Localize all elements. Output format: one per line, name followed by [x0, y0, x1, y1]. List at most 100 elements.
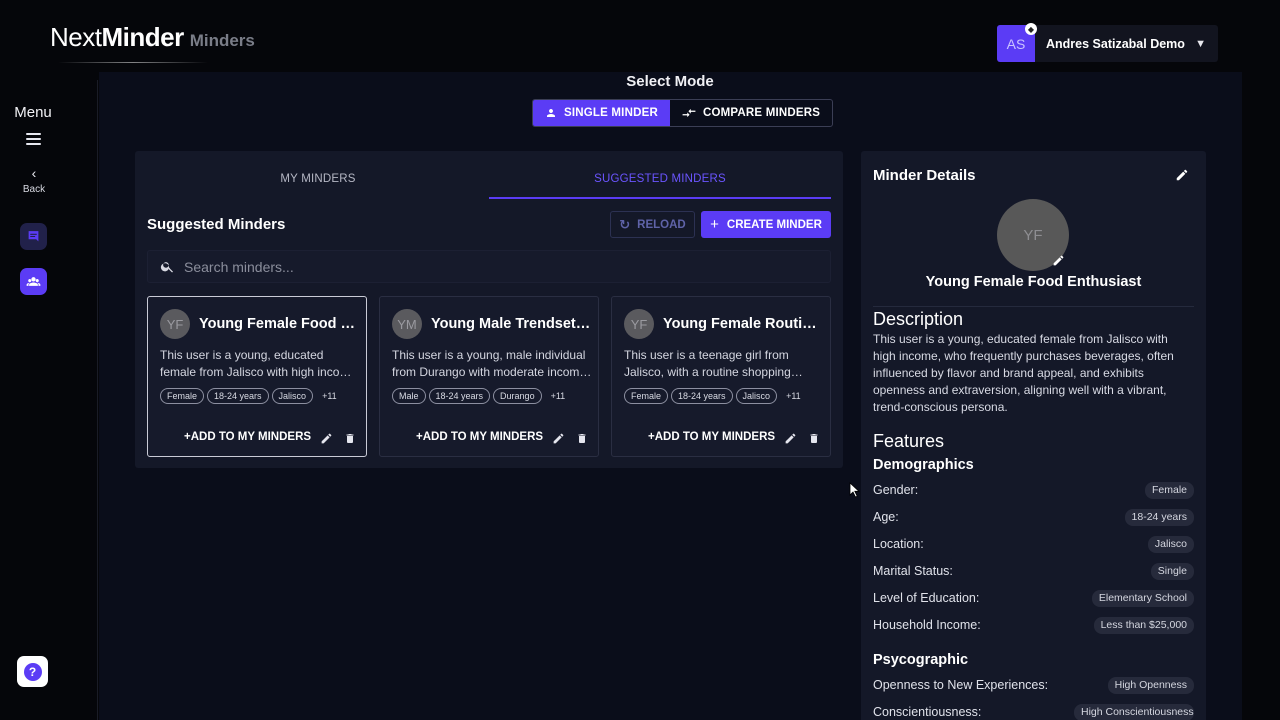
minder-tags: Male 18-24 years Durango +11 [392, 388, 565, 404]
tab-suggested-minders[interactable]: SUGGESTED MINDERS [489, 173, 831, 185]
features-heading: Features [873, 431, 945, 451]
back-label: Back [22, 184, 46, 195]
tag-chip: Jalisco [735, 388, 778, 404]
minder-card[interactable]: YM Young Male Trendsetter This user is a… [379, 296, 599, 457]
pencil-icon[interactable] [784, 432, 797, 445]
minder-tags: Female 18-24 years Jalisco +11 [624, 388, 801, 404]
feature-label: Level of Education: [873, 591, 980, 605]
feature-label: Gender: [873, 483, 919, 497]
feature-value: Female [1144, 481, 1194, 499]
feature-label: Marital Status: [873, 564, 953, 578]
add-to-my-minders-button[interactable]: +ADD TO MY MINDERS [416, 431, 543, 443]
feature-label: Conscientiousness: [873, 705, 982, 719]
trash-icon[interactable] [576, 432, 588, 445]
minder-avatar: YM [392, 309, 422, 339]
person-icon [547, 109, 555, 117]
minder-title: Young Female Food Enthusiast [199, 316, 359, 332]
more-tags-count: +11 [786, 391, 801, 401]
brand-underline [58, 62, 208, 63]
menu-icon[interactable] [26, 133, 41, 145]
plus-icon: + [710, 216, 719, 233]
minders-tabs: MY MINDERS SUGGESTED MINDERS [135, 151, 843, 199]
minder-details-panel: Minder Details YF Young Female Food Enth… [861, 151, 1206, 720]
feature-value: Elementary School [1091, 589, 1194, 607]
tag-chip: 18-24 years [207, 388, 269, 404]
chat-button[interactable] [20, 223, 47, 250]
tag-chip: Female [160, 388, 205, 404]
mouse-cursor-icon [849, 482, 861, 498]
plus-icon: + [416, 431, 423, 443]
pencil-icon[interactable] [1175, 168, 1189, 182]
tag-chip: Female [624, 388, 669, 404]
tag-chip: 18-24 years [671, 388, 733, 404]
tag-chip: 18-24 years [428, 388, 491, 404]
tag-chip: Jalisco [271, 388, 314, 404]
user-menu[interactable]: AS ◆ Andres Satizabal Demo ▼ [997, 23, 1218, 62]
brand-logo[interactable]: NextMinder Minders [50, 22, 255, 58]
feature-label: Location: [873, 537, 924, 551]
add-label: ADD TO MY MINDERS [190, 431, 312, 443]
more-tags-count: +11 [550, 391, 566, 401]
more-tags-count: +11 [322, 391, 337, 401]
mode-title: Select Mode [626, 73, 714, 90]
minders-button[interactable] [20, 268, 47, 295]
feature-row: Conscientiousness: High Conscientiousnes… [873, 702, 1194, 720]
details-name: Young Female Food Enthusiast [925, 274, 1142, 290]
create-minder-button[interactable]: + CREATE MINDER [701, 211, 831, 238]
create-minder-label: CREATE MINDER [726, 218, 822, 231]
minder-card[interactable]: YF Young Female Routine Shopper This use… [611, 296, 831, 457]
add-to-my-minders-button[interactable]: +ADD TO MY MINDERS [184, 431, 311, 443]
pencil-icon[interactable] [320, 432, 333, 445]
single-minder-label: SINGLE MINDER [564, 107, 658, 119]
user-initials: AS [1006, 35, 1026, 52]
pencil-icon[interactable] [1052, 254, 1065, 267]
pencil-icon[interactable] [552, 432, 565, 445]
search-icon [160, 262, 173, 273]
refresh-icon: ↻ [619, 216, 631, 232]
trash-icon[interactable] [344, 432, 356, 445]
minder-cards: YF Young Female Food Enthusiast This use… [147, 296, 831, 457]
feature-label: Household Income: [873, 618, 981, 632]
minders-panel: MY MINDERS SUGGESTED MINDERS Suggested M… [135, 151, 843, 468]
back-button[interactable]: ‹ Back [14, 166, 54, 195]
feature-value: Jalisco [1147, 535, 1194, 553]
avatar: AS ◆ [997, 23, 1037, 62]
feature-row: Gender: Female [873, 480, 1194, 500]
group-icon [26, 277, 41, 286]
help-icon: ? [23, 662, 42, 681]
add-label: ADD TO MY MINDERS [654, 431, 776, 443]
compare-arrows-icon [682, 108, 696, 118]
tag-chip: Durango [493, 388, 542, 404]
minder-tags: Female 18-24 years Jalisco +11 [160, 388, 337, 404]
reload-button[interactable]: ↻ RELOAD [610, 211, 695, 238]
add-to-my-minders-button[interactable]: +ADD TO MY MINDERS [648, 431, 775, 443]
feature-label: Age: [873, 510, 899, 524]
card-actions: +ADD TO MY MINDERS [612, 429, 832, 449]
plus-icon: + [184, 431, 191, 443]
trash-icon[interactable] [808, 432, 820, 445]
tag-chip: Male [392, 388, 426, 404]
chat-icon [28, 231, 39, 242]
chevron-left-icon: ‹ [31, 165, 37, 181]
sidebar: Menu ‹ Back ? [0, 80, 98, 720]
card-actions: +ADD TO MY MINDERS [380, 429, 600, 449]
minder-card[interactable]: YF Young Female Food Enthusiast This use… [147, 296, 367, 457]
reload-label: RELOAD [637, 218, 686, 231]
help-button[interactable]: ? [17, 656, 48, 687]
compare-minders-label: COMPARE MINDERS [702, 107, 821, 119]
tab-my-minders[interactable]: MY MINDERS [147, 173, 489, 185]
feature-value: High Openness [1107, 676, 1194, 694]
feature-row: Level of Education: Elementary School [873, 588, 1194, 608]
feature-row: Openness to New Experiences: High Openne… [873, 675, 1194, 695]
minder-description: This user is a teenage girl from Jalisco… [624, 348, 791, 379]
minder-avatar: YF [624, 309, 654, 339]
search-input[interactable] [184, 258, 804, 275]
single-minder-button[interactable]: SINGLE MINDER [533, 100, 670, 126]
mode-toggle: SINGLE MINDER COMPARE MINDERS [532, 99, 834, 127]
demographics-heading: Demographics [873, 457, 974, 473]
compare-minders-button[interactable]: COMPARE MINDERS [670, 100, 832, 126]
add-label: ADD TO MY MINDERS [422, 431, 544, 443]
divider [873, 306, 1194, 307]
description-text: This user is a young, educated female fr… [873, 332, 1174, 414]
section-title: Suggested Minders [147, 216, 286, 233]
